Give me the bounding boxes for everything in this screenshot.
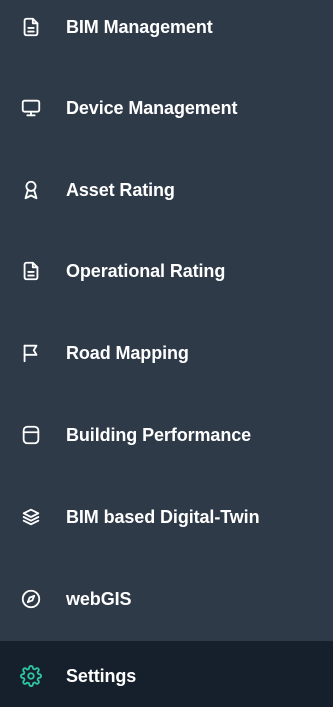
sidebar-item-label: BIM Management xyxy=(66,16,213,37)
sidebar: BIM Management Device Management Asset R… xyxy=(0,0,333,707)
sidebar-item-label: Device Management xyxy=(66,97,238,118)
sidebar-item-label: Building Performance xyxy=(66,424,252,445)
sidebar-item-asset-rating[interactable]: Asset Rating xyxy=(0,155,333,225)
compass-icon xyxy=(20,588,42,610)
gear-icon xyxy=(20,665,42,687)
sidebar-item-bim-digital-twin[interactable]: BIM based Digital-Twin xyxy=(0,482,333,552)
document-icon xyxy=(20,260,42,282)
sidebar-item-label: webGIS xyxy=(66,588,132,609)
sidebar-item-settings[interactable]: Settings xyxy=(0,641,333,707)
sidebar-item-label: Operational Rating xyxy=(66,260,226,281)
monitor-icon xyxy=(20,97,42,119)
sidebar-item-label: Settings xyxy=(66,665,137,686)
sidebar-item-label: BIM based Digital-Twin xyxy=(66,506,260,527)
sidebar-item-operational-rating[interactable]: Operational Rating xyxy=(0,236,333,306)
sidebar-item-label: Asset Rating xyxy=(66,179,175,200)
flag-icon xyxy=(20,342,42,364)
sidebar-item-device-management[interactable]: Device Management xyxy=(0,73,333,143)
archive-icon xyxy=(20,424,42,446)
award-icon xyxy=(20,179,42,201)
sidebar-item-bim-management[interactable]: BIM Management xyxy=(0,0,333,62)
document-icon xyxy=(20,16,42,38)
sidebar-item-road-mapping[interactable]: Road Mapping xyxy=(0,318,333,388)
sidebar-item-webgis[interactable]: webGIS xyxy=(0,564,333,634)
layers-icon xyxy=(20,506,42,528)
sidebar-item-building-performance[interactable]: Building Performance xyxy=(0,400,333,470)
sidebar-item-label: Road Mapping xyxy=(66,342,189,363)
